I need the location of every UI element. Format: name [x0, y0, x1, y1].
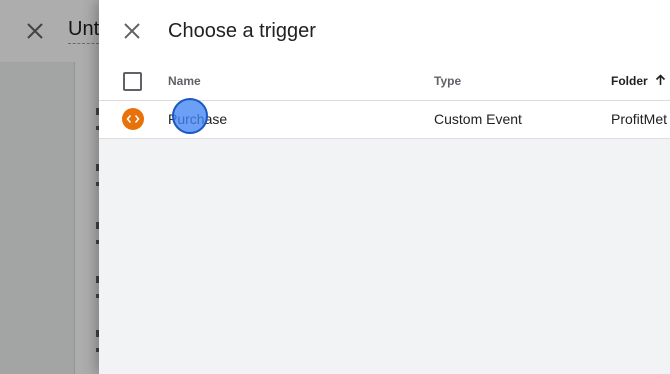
column-header-folder[interactable]: Folder: [611, 74, 666, 89]
custom-event-code-icon: [122, 108, 144, 130]
table-row[interactable]: Purchase Custom Event ProfitMet: [99, 101, 670, 139]
column-header-folder-label: Folder: [611, 74, 648, 88]
column-header-type[interactable]: Type: [434, 74, 461, 88]
table-header: Name Type Folder: [99, 62, 670, 101]
choose-trigger-drawer: Choose a trigger Name Type Folder Purcha…: [99, 0, 670, 374]
drawer-title: Choose a trigger: [168, 20, 316, 42]
trigger-name-cell[interactable]: Purchase: [168, 111, 227, 127]
close-icon[interactable]: [121, 20, 143, 42]
select-all-checkbox[interactable]: [123, 72, 142, 91]
trigger-folder-cell: ProfitMet: [611, 111, 668, 127]
column-header-name[interactable]: Name: [168, 74, 201, 88]
trigger-type-cell: Custom Event: [434, 111, 522, 127]
drawer-header: Choose a trigger: [99, 0, 670, 62]
sort-ascending-icon: [655, 74, 666, 89]
